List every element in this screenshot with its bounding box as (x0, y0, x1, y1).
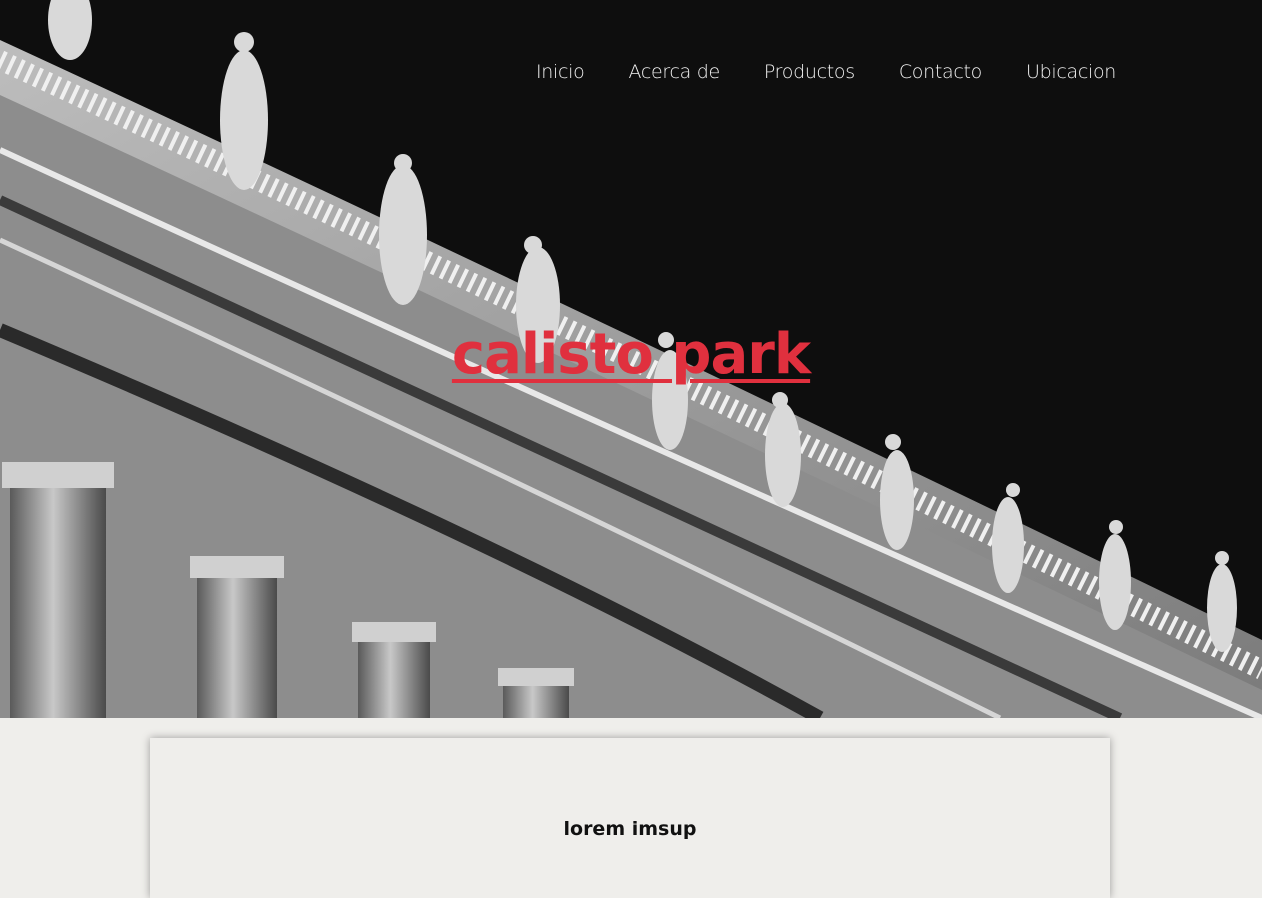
site-title-link[interactable]: calisto park (452, 322, 811, 387)
content-card: lorem imsup (150, 738, 1110, 898)
card-heading: lorem imsup (563, 818, 697, 840)
nav-link-productos[interactable]: Productos (764, 61, 855, 83)
site-title: calisto park (0, 322, 1262, 387)
hero-banner: Inicio Acerca de Productos Contacto Ubic… (0, 0, 1262, 718)
main-navigation: Inicio Acerca de Productos Contacto Ubic… (536, 58, 1116, 86)
nav-link-ubicacion[interactable]: Ubicacion (1026, 61, 1116, 83)
nav-link-inicio[interactable]: Inicio (536, 61, 585, 83)
nav-link-acerca-de[interactable]: Acerca de (628, 61, 720, 83)
nav-link-contacto[interactable]: Contacto (899, 61, 982, 83)
